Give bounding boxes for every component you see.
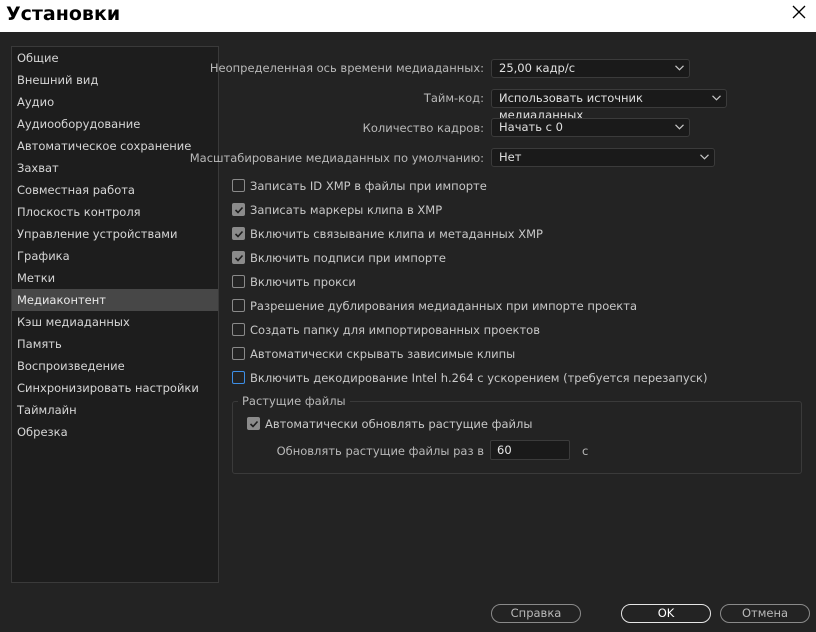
timebase-label: Неопределенная ось времени медиаданных: bbox=[209, 61, 484, 75]
close-icon[interactable] bbox=[792, 5, 806, 19]
write-xmp-id-checkbox[interactable] bbox=[232, 179, 245, 192]
write-clip-markers-checkbox[interactable] bbox=[232, 203, 245, 216]
sidebar-item-general[interactable]: Общие bbox=[12, 47, 218, 69]
enable-proxies-checkbox[interactable] bbox=[232, 275, 245, 288]
default-scaling-dropdown[interactable]: Нет bbox=[491, 148, 715, 167]
create-import-folder-label: Создать папку для импортированных проект… bbox=[250, 323, 540, 337]
enable-proxies-label: Включить прокси bbox=[250, 275, 356, 289]
intel-h264-decoding-label: Включить декодирование Intel h.264 с уск… bbox=[250, 371, 708, 385]
sidebar-item-auto-save[interactable]: Автоматическое сохранение bbox=[12, 135, 218, 157]
window-title: Установки bbox=[6, 3, 121, 25]
timecode-dropdown[interactable]: Использовать источник медиаданных bbox=[491, 89, 727, 122]
clip-xmp-linking-label: Включить связывание клипа и метаданных X… bbox=[250, 227, 543, 241]
sidebar-item-playback[interactable]: Воспроизведение bbox=[12, 355, 218, 377]
refresh-interval-unit: с bbox=[582, 444, 589, 458]
default-scaling-label: Масштабирование медиаданных по умолчанию… bbox=[189, 151, 484, 165]
auto-refresh-growing-label: Автоматически обновлять растущие файлы bbox=[265, 417, 533, 431]
timecode-label: Тайм-код: bbox=[423, 91, 484, 105]
write-clip-markers-label: Записать маркеры клипа в XMP bbox=[250, 203, 443, 217]
sidebar-item-audio[interactable]: Аудио bbox=[12, 91, 218, 113]
refresh-interval-label: Обновлять растущие файлы раз в bbox=[276, 444, 484, 458]
timebase-value: 25,00 кадр/с bbox=[499, 61, 576, 75]
sidebar-item-control-surface[interactable]: Плоскость контроля bbox=[12, 201, 218, 223]
create-import-folder-checkbox[interactable] bbox=[232, 323, 245, 336]
chevron-down-icon bbox=[675, 65, 684, 71]
timebase-dropdown[interactable]: 25,00 кадр/с bbox=[491, 59, 690, 78]
sidebar-item-timeline[interactable]: Таймлайн bbox=[12, 399, 218, 421]
allow-duplicate-media-checkbox[interactable] bbox=[232, 299, 245, 312]
sidebar-item-device-control[interactable]: Управление устройствами bbox=[12, 223, 218, 245]
clip-xmp-linking-checkbox[interactable] bbox=[232, 227, 245, 240]
checkmark-icon bbox=[234, 206, 244, 214]
title-bar: Установки bbox=[0, 0, 816, 32]
sidebar-item-capture[interactable]: Захват bbox=[12, 157, 218, 179]
write-xmp-id-label: Записать ID XMP в файлы при импорте bbox=[250, 179, 487, 193]
checkmark-icon bbox=[234, 230, 244, 238]
checkmark-icon bbox=[249, 420, 259, 428]
sidebar-item-labels[interactable]: Метки bbox=[12, 267, 218, 289]
sidebar-item-trim[interactable]: Обрезка bbox=[12, 421, 218, 443]
growing-files-title: Растущие файлы bbox=[238, 394, 350, 408]
intel-h264-decoding-checkbox[interactable] bbox=[232, 371, 245, 384]
sidebar-item-appearance[interactable]: Внешний вид bbox=[12, 69, 218, 91]
chevron-down-icon bbox=[712, 95, 721, 101]
sidebar-item-sync-settings[interactable]: Синхронизировать настройки bbox=[12, 377, 218, 399]
sidebar-item-audio-hardware[interactable]: Аудиооборудование bbox=[12, 113, 218, 135]
captions-on-import-checkbox[interactable] bbox=[232, 251, 245, 264]
auto-hide-dependent-checkbox[interactable] bbox=[232, 347, 245, 360]
sidebar-item-collaboration[interactable]: Совместная работа bbox=[12, 179, 218, 201]
cancel-button[interactable]: Отмена bbox=[720, 604, 810, 623]
chevron-down-icon bbox=[675, 124, 684, 130]
ok-button[interactable]: OK bbox=[621, 604, 711, 623]
chevron-down-icon bbox=[700, 154, 709, 160]
sidebar-item-graphics[interactable]: Графика bbox=[12, 245, 218, 267]
refresh-interval-input[interactable] bbox=[490, 440, 570, 460]
frame-count-label: Количество кадров: bbox=[362, 121, 484, 135]
captions-on-import-label: Включить подписи при импорте bbox=[250, 251, 446, 265]
auto-refresh-growing-checkbox[interactable] bbox=[247, 417, 260, 430]
growing-files-group bbox=[232, 401, 802, 474]
frame-count-dropdown[interactable]: Начать с 0 bbox=[491, 118, 690, 137]
allow-duplicate-media-label: Разрешение дублирования медиаданных при … bbox=[250, 299, 637, 313]
checkmark-icon bbox=[234, 254, 244, 262]
auto-hide-dependent-label: Автоматически скрывать зависимые клипы bbox=[250, 347, 516, 361]
sidebar-item-memory[interactable]: Память bbox=[12, 333, 218, 355]
default-scaling-value: Нет bbox=[499, 150, 522, 164]
help-button[interactable]: Справка bbox=[491, 604, 581, 623]
sidebar-item-media[interactable]: Медиаконтент bbox=[12, 289, 218, 311]
preferences-category-list: Общие Внешний вид Аудио Аудиооборудовани… bbox=[11, 46, 219, 583]
sidebar-item-media-cache[interactable]: Кэш медиаданных bbox=[12, 311, 218, 333]
frame-count-value: Начать с 0 bbox=[499, 120, 563, 134]
